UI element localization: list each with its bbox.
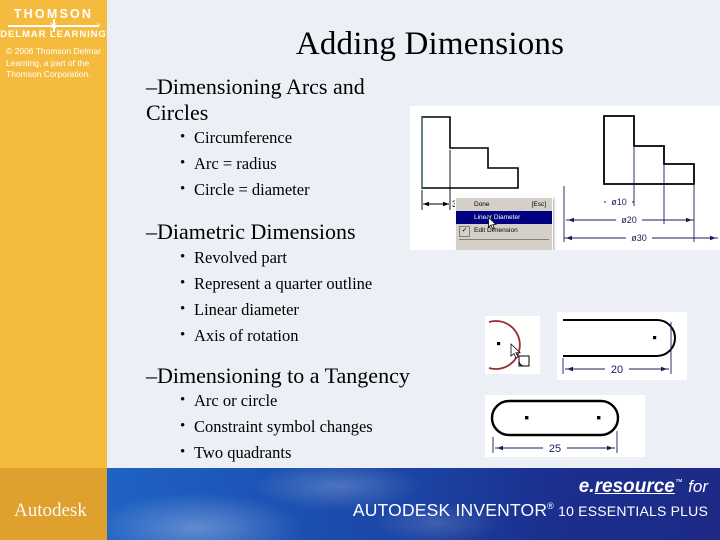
cad-right-drawing: ø10 ø20 ø30 [563, 115, 718, 243]
menu-item-done[interactable]: Done [Esc] [456, 198, 552, 211]
footer-bar: Autodesk e.resource™ for AUTODESK INVENT… [0, 468, 720, 540]
tangency-dimension-label: 25 [549, 443, 561, 455]
context-menu[interactable]: Done [Esc] Linear Diameter ✓ Edit Dimens… [455, 197, 553, 250]
cad-screenshot-figure: 3.812 Done [Esc] Linear Diameter ✓ Edit … [410, 106, 720, 250]
list-item-label: Circumference [194, 128, 293, 147]
eresource-word-text: resource [594, 476, 675, 497]
checkmark-icon: ✓ [459, 226, 470, 237]
menu-item-linear-diameter[interactable]: Linear Diameter [456, 211, 552, 224]
list-item: • Linear diameter [146, 297, 626, 323]
tangency-arc-drawing [488, 320, 530, 370]
bullet-icon: • [180, 392, 186, 408]
list-item-label: Arc or circle [194, 391, 278, 410]
menu-item-edit-dimension[interactable]: ✓ Edit Dimension [456, 224, 552, 237]
list-item-label: Revolved part [194, 247, 288, 267]
bullet-icon: • [180, 300, 186, 317]
menu-item-shortcut: [Esc] [531, 201, 546, 208]
eresource-for-text: for [688, 477, 708, 496]
trademark-icon: ™ [674, 477, 683, 487]
tangency-slot-drawing-1: 20 [562, 319, 676, 376]
tangency-arc-figure [485, 316, 540, 374]
list-item-label: Arc = radius [194, 154, 277, 173]
list-item-label: Constraint symbol changes [194, 417, 373, 436]
cad-dimension-label: ø30 [631, 233, 647, 243]
tangency-slot-figure-1: 20 [557, 312, 687, 380]
mouse-cursor-icon [488, 217, 497, 230]
bullet-icon: • [180, 155, 186, 171]
bullet-icon: • [180, 326, 186, 343]
registered-icon: ® [547, 501, 555, 512]
bullet-icon: • [180, 181, 186, 197]
list-item-label: Two quadrants [194, 443, 292, 462]
cad-dimension-label: ø20 [621, 215, 637, 225]
tangency-slot-figure-2: 25 [485, 395, 645, 457]
list-item: • Represent a quarter outline [146, 271, 626, 297]
eresource-e-text: e. [578, 476, 595, 497]
product-name-text: AUTODESK INVENTOR [352, 500, 548, 520]
logo-delmar-text: DELMAR LEARNING [0, 29, 107, 40]
bullet-icon: • [180, 444, 186, 460]
list-item: • Axis of rotation [146, 323, 626, 349]
sidebar-brand-panel: THOMSON ™ DELMAR LEARNING © 2006 Thomson… [0, 0, 107, 468]
section-heading: –Dimensioning to a Tangency [146, 362, 410, 388]
list-item-label: Linear diameter [194, 299, 299, 319]
cad-dimension-label: ø10 [611, 197, 627, 207]
menu-item-label: Done [474, 201, 490, 208]
list-item-label: Circle = diameter [194, 180, 310, 199]
tangency-slot-drawing-2: 25 [490, 399, 620, 455]
footer-blue-panel: e.resource™ for AUTODESK INVENTOR® 10 ES… [107, 468, 720, 540]
menu-separator [459, 239, 549, 240]
bullet-icon: • [180, 418, 186, 434]
autodesk-wordmark: Autodesk [14, 500, 87, 521]
thomson-delmar-logo: THOMSON ™ DELMAR LEARNING [0, 3, 107, 43]
product-rest-text: 10 ESSENTIALS PLUS [554, 503, 708, 519]
cad-left-panel: 3.812 Done [Esc] Linear Diameter ✓ Edit … [410, 106, 562, 250]
product-line: AUTODESK INVENTOR® 10 ESSENTIALS PLUS [353, 500, 708, 521]
section-bullet-list: • Revolved part • Represent a quarter outl… [146, 245, 626, 349]
eresource-branding: e.resource™ for AUTODESK INVENTOR® 10 ES… [353, 476, 708, 521]
cad-right-panel: ø10 ø20 ø30 [562, 106, 720, 250]
list-item-label: Axis of rotation [194, 325, 299, 345]
page-title: Adding Dimensions [295, 26, 565, 62]
slide-canvas: THOMSON ™ DELMAR LEARNING © 2006 Thomson… [0, 0, 720, 540]
bullet-icon: • [180, 129, 186, 145]
tangency-dimension-label: 20 [611, 364, 623, 376]
list-item-label: Represent a quarter outline [194, 273, 373, 293]
copyright-text: © 2006 Thomson Delmar Learning, a part o… [6, 46, 101, 80]
bullet-icon: • [180, 274, 186, 291]
footer-autodesk-panel: Autodesk [0, 468, 107, 540]
bullet-icon: • [180, 248, 186, 265]
menu-item-label: Linear Diameter [474, 214, 521, 221]
eresource-line: e.resource™ for [353, 476, 708, 498]
